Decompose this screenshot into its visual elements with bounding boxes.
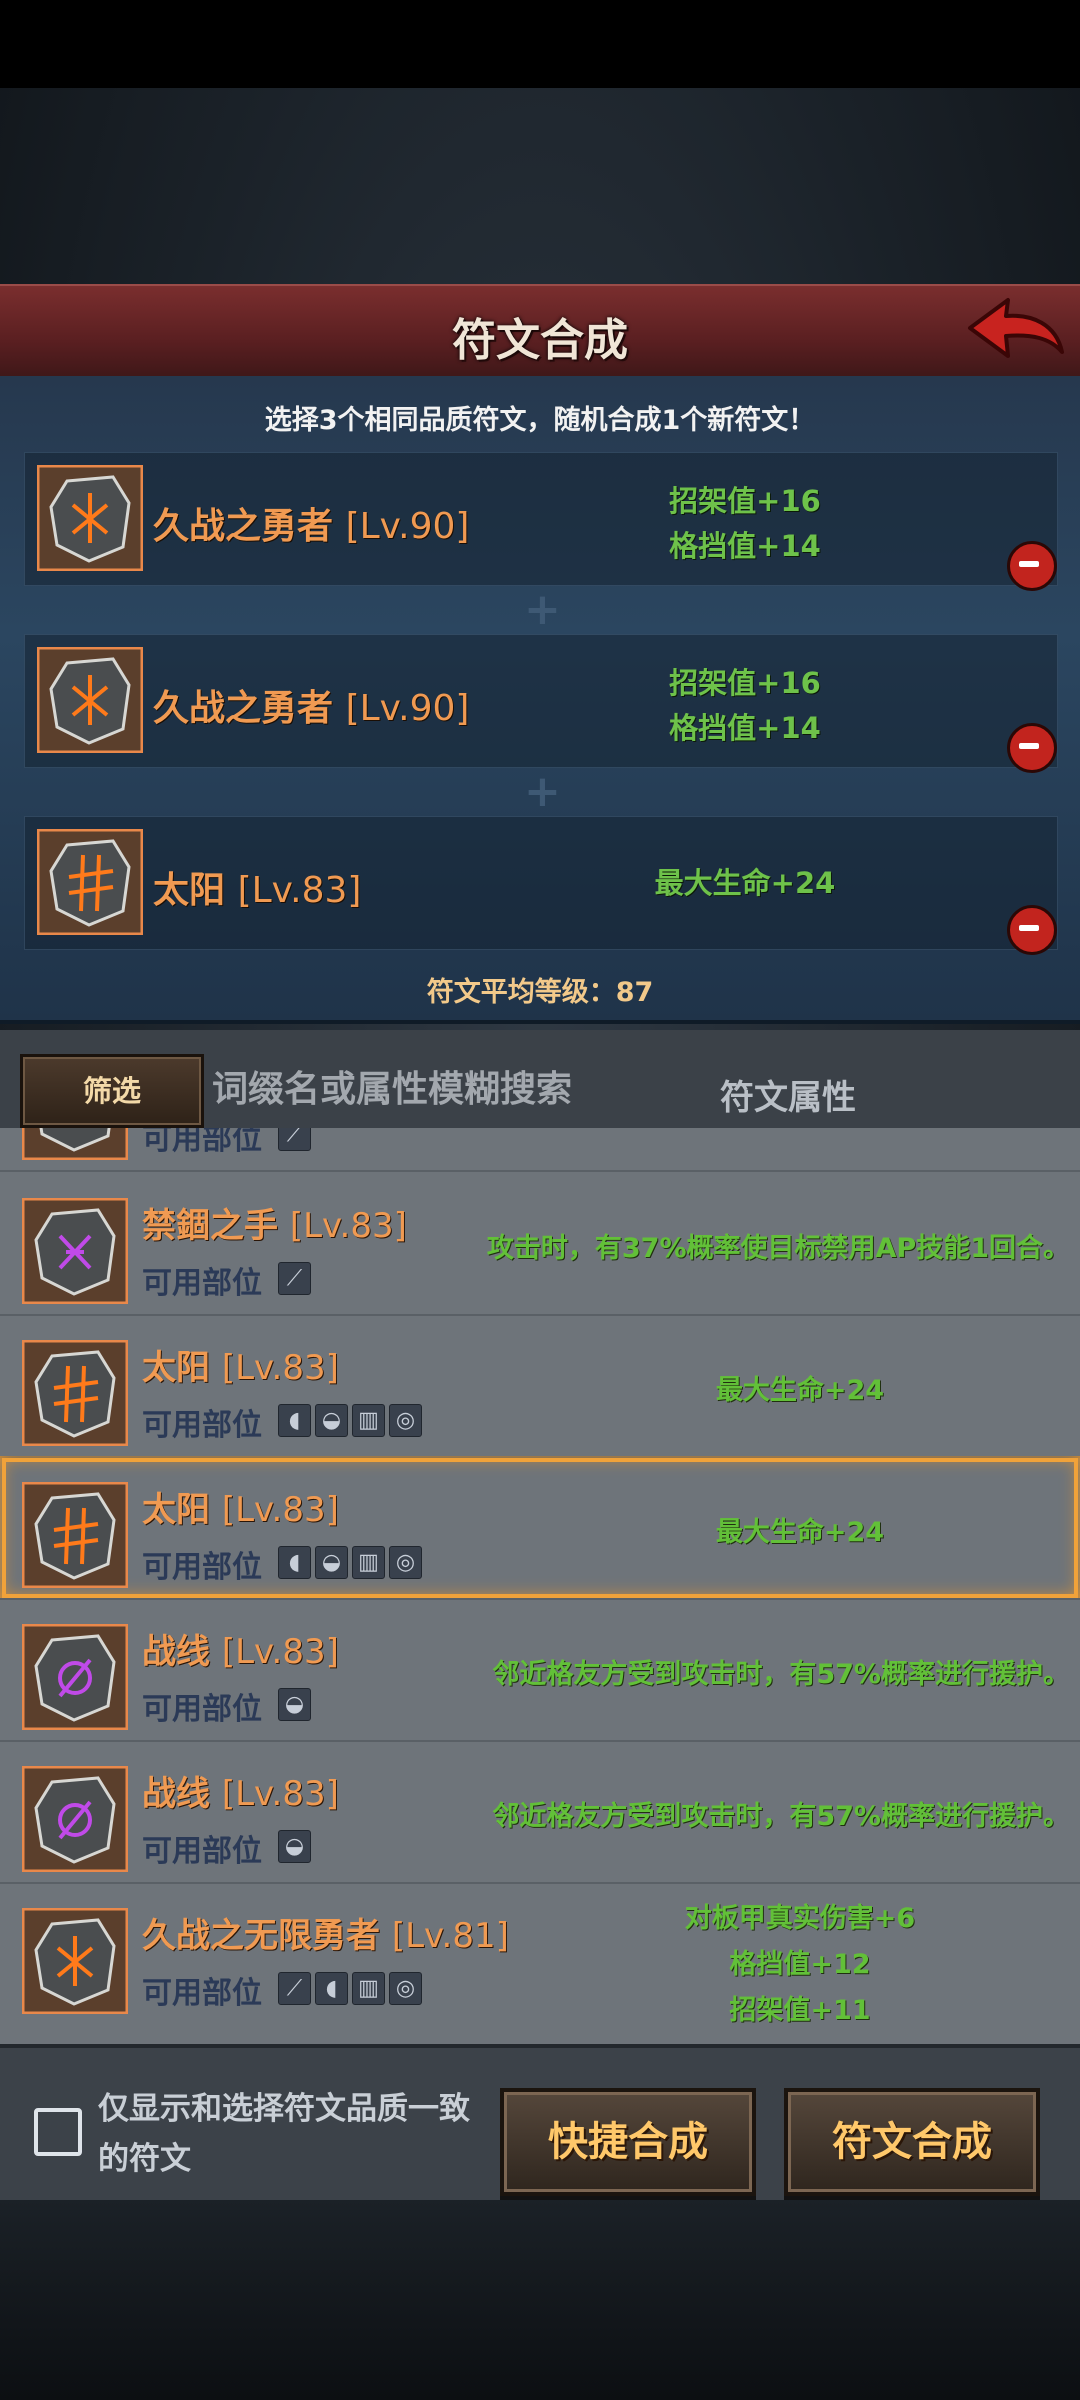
quality-match-checkbox[interactable] (34, 2108, 82, 2156)
rune-icon (21, 1339, 129, 1450)
list-item[interactable]: 太阳 [Lv.83] 可用部位 ◖ ◒ ▥ ◎ 最大生命+24 (0, 1314, 1080, 1458)
armor-part-icon: ▥ (352, 1546, 385, 1579)
remove-slot-button[interactable] (1007, 905, 1057, 955)
rune-icon (21, 1128, 129, 1164)
part-icons: ⟋ (278, 1262, 311, 1295)
rune-effect: 攻击时，有37%概率使目标禁用AP技能1回合。 (486, 1233, 1070, 1264)
rune-icon (36, 464, 144, 575)
part-icons: ◒ (278, 1830, 311, 1863)
sword-part-icon: ⟋ (278, 1128, 311, 1151)
shield-part-icon: ◎ (389, 1546, 422, 1579)
rune-name: 太阳 [Lv.83] (142, 1490, 339, 1530)
parts-label: 可用部位 (142, 1266, 262, 1301)
slot-attributes: 招架值+16 格挡值+14 (669, 484, 821, 563)
parts-label: 可用部位 (142, 1834, 262, 1869)
rune-compose-button[interactable]: 符文合成 (784, 2088, 1040, 2196)
rune-effect: 最大生命+24 (715, 1517, 885, 1548)
rune-effect: 对板甲真实伤害+6 格挡值+12 招架值+11 (684, 1903, 916, 2026)
rune-effect: 最大生命+24 (715, 1375, 885, 1406)
gauntlet-part-icon: ◖ (278, 1546, 311, 1579)
rune-icon (36, 646, 144, 757)
slot-attributes: 招架值+16 格挡值+14 (669, 666, 821, 745)
background-bottom (0, 2200, 1080, 2400)
page-title: 符文合成 (452, 315, 628, 366)
shield-part-icon: ◎ (389, 1972, 422, 2005)
rune-icon (21, 1481, 129, 1592)
average-level: 符文平均等级：87 (426, 977, 654, 1008)
rune-name: 战线 [Lv.83] (142, 1774, 339, 1814)
plus-icon: + (524, 766, 561, 817)
compose-slot-2[interactable]: 久战之勇者 [Lv.90] 招架值+16 格挡值+14 (24, 634, 1058, 773)
gauntlet-part-icon: ◖ (315, 1972, 348, 2005)
part-icons: ◖ ◒ ▥ ◎ (278, 1404, 422, 1437)
slot-attributes: 最大生命+24 (654, 866, 836, 900)
part-icons: ⟋ (278, 1128, 311, 1151)
rune-icon (36, 828, 144, 939)
quick-compose-button[interactable]: 快捷合成 (500, 2088, 756, 2196)
back-button[interactable] (966, 294, 1066, 370)
parts-label: 可用部位 (142, 1692, 262, 1727)
filter-bar: 筛选 符文属性 (0, 1030, 1080, 1128)
list-item[interactable]: 可用部位 ⟋ (0, 1128, 1080, 1172)
rune-name: 久战之无限勇者 [Lv.81] (142, 1916, 509, 1956)
sword-part-icon: ⟋ (278, 1262, 311, 1295)
helmet-part-icon: ◒ (278, 1688, 311, 1721)
shield-part-icon: ◎ (389, 1404, 422, 1437)
compose-panel: 选择3个相同品质符文，随机合成1个新符文！ 久战之勇者 [Lv.90] 招架值+… (0, 376, 1080, 1024)
parts-label: 可用部位 (142, 1976, 262, 2011)
rune-icon (21, 1765, 129, 1876)
slot-rune-name: 久战之勇者 [Lv.90] (153, 506, 470, 547)
rune-icon (21, 1197, 129, 1308)
plus-icon: + (524, 584, 561, 635)
parts-label: 可用部位 (142, 1550, 262, 1585)
filter-button[interactable]: 筛选 (20, 1054, 204, 1128)
gauntlet-part-icon: ◖ (278, 1404, 311, 1437)
list-item[interactable]: 禁錮之手 [Lv.83] 可用部位 ⟋ 攻击时，有37%概率使目标禁用AP技能1… (0, 1172, 1080, 1316)
armor-part-icon: ▥ (352, 1972, 385, 2005)
rune-icon (21, 1623, 129, 1734)
remove-slot-button[interactable] (1007, 541, 1057, 591)
rune-name: 禁錮之手 [Lv.83] (142, 1206, 407, 1246)
instruction-text: 选择3个相同品质符文，随机合成1个新符文！ (264, 405, 816, 436)
rune-effect: 邻近格友方受到攻击时，有57%概率进行援护。 (492, 1801, 1070, 1832)
status-bar-area (0, 0, 1080, 88)
header-bar: 符文合成 (0, 284, 1080, 381)
slot-rune-name: 太阳 [Lv.83] (153, 870, 362, 911)
part-icons: ◖ ◒ ▥ ◎ (278, 1546, 422, 1579)
list-item[interactable]: 久战之无限勇者 [Lv.81] 可用部位 ⟋ ◖ ▥ ◎ 对板甲真实伤害+6 格… (0, 1882, 1080, 2044)
parts-label: 可用部位 (142, 1128, 262, 1157)
list-item[interactable]: 战线 [Lv.83] 可用部位 ◒ 邻近格友方受到攻击时，有57%概率进行援护。 (0, 1598, 1080, 1742)
bottom-bar: 仅显示和选择符文品质一致的符文 快捷合成 符文合成 (0, 2044, 1080, 2208)
part-icons: ⟋ ◖ ▥ ◎ (278, 1972, 422, 2005)
back-arrow-icon (968, 298, 1064, 358)
slot-rune-name: 久战之勇者 [Lv.90] (153, 688, 470, 729)
rune-name: 战线 [Lv.83] (142, 1632, 339, 1672)
list-item-selected[interactable]: 太阳 [Lv.83] 可用部位 ◖ ◒ ▥ ◎ 最大生命+24 (0, 1456, 1080, 1600)
part-icons: ◒ (278, 1688, 311, 1721)
rune-name: 太阳 [Lv.83] (142, 1348, 339, 1388)
armor-part-icon: ▥ (352, 1404, 385, 1437)
rune-effect: 邻近格友方受到攻击时，有57%概率进行援护。 (492, 1659, 1070, 1690)
list-item[interactable]: 战线 [Lv.83] 可用部位 ◒ 邻近格友方受到攻击时，有57%概率进行援护。 (0, 1740, 1080, 1884)
rune-icon (21, 1907, 129, 2018)
sword-part-icon: ⟋ (278, 1972, 311, 2005)
helmet-part-icon: ◒ (315, 1546, 348, 1579)
rune-attribute-filter[interactable]: 符文属性 (720, 1070, 856, 1119)
search-input[interactable] (210, 1056, 684, 1122)
helmet-part-icon: ◒ (315, 1404, 348, 1437)
parts-label: 可用部位 (142, 1408, 262, 1443)
compose-slot-3[interactable]: 太阳 [Lv.83] 最大生命+24 (24, 816, 1058, 955)
helmet-part-icon: ◒ (278, 1830, 311, 1863)
checkbox-label: 仅显示和选择符文品质一致的符文 (98, 2091, 470, 2177)
rune-list[interactable]: 可用部位 ⟋ 禁錮之手 [Lv.83] 可用部位 ⟋ 攻击时，有37%概率使目标… (0, 1128, 1080, 2044)
remove-slot-button[interactable] (1007, 723, 1057, 773)
compose-slot-1[interactable]: 久战之勇者 [Lv.90] 招架值+16 格挡值+14 (24, 452, 1058, 591)
